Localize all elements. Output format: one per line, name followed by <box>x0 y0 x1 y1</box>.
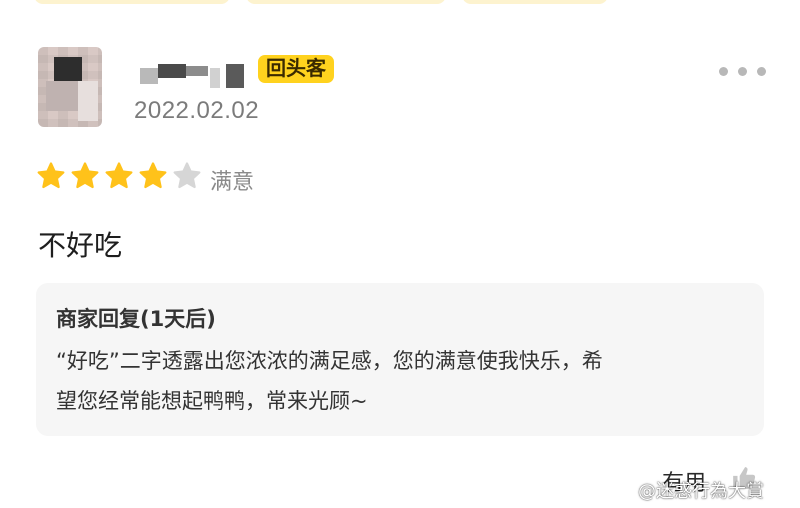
merchant-reply-title: 商家回复(1天后) <box>56 307 216 331</box>
star-filled-icon <box>139 162 167 189</box>
filter-chip[interactable] <box>462 0 608 4</box>
mosaic-block <box>226 64 244 88</box>
review-text: 不好吃 <box>38 229 123 262</box>
mosaic-block <box>158 64 186 78</box>
dot <box>719 67 728 76</box>
star-filled-icon <box>37 162 65 189</box>
review-date: 2022.02.02 <box>134 97 260 124</box>
merchant-reply-card: 商家回复(1天后) “好吃”二字透露出您浓浓的满足感，您的满意使我快乐，希 望您… <box>36 283 764 436</box>
rating-label: 满意 <box>210 170 255 195</box>
dot <box>738 67 747 76</box>
avatar-mosaic-block <box>54 57 82 81</box>
merchant-reply-line: “好吃”二字透露出您浓浓的满足感，您的满意使我快乐，希 <box>56 349 603 373</box>
watermark-text: @迷惑行為大賞 <box>638 481 764 502</box>
avatar[interactable] <box>38 47 102 127</box>
more-dots-icon[interactable] <box>719 64 767 76</box>
top-filter-chips <box>0 0 800 6</box>
reviewer-name-redacted <box>140 60 250 88</box>
avatar-mosaic-block <box>78 81 98 121</box>
weibo-icon <box>613 484 633 499</box>
dot <box>757 67 766 76</box>
mosaic-block <box>186 66 208 76</box>
star-filled-icon <box>71 162 99 189</box>
filter-chip[interactable] <box>34 0 230 4</box>
watermark: @迷惑行為大賞 <box>613 477 764 502</box>
star-filled-icon <box>105 162 133 189</box>
returning-customer-badge: 回头客 <box>258 55 334 83</box>
mosaic-block <box>210 68 220 88</box>
merchant-reply-body: “好吃”二字透露出您浓浓的满足感，您的满意使我快乐，希 望您经常能想起鸭鸭，常来… <box>56 341 746 421</box>
star-empty-icon <box>173 162 201 189</box>
merchant-reply-line: 望您经常能想起鸭鸭，常来光顾~ <box>56 389 368 413</box>
mosaic-block <box>140 68 158 84</box>
filter-chip[interactable] <box>246 0 446 4</box>
